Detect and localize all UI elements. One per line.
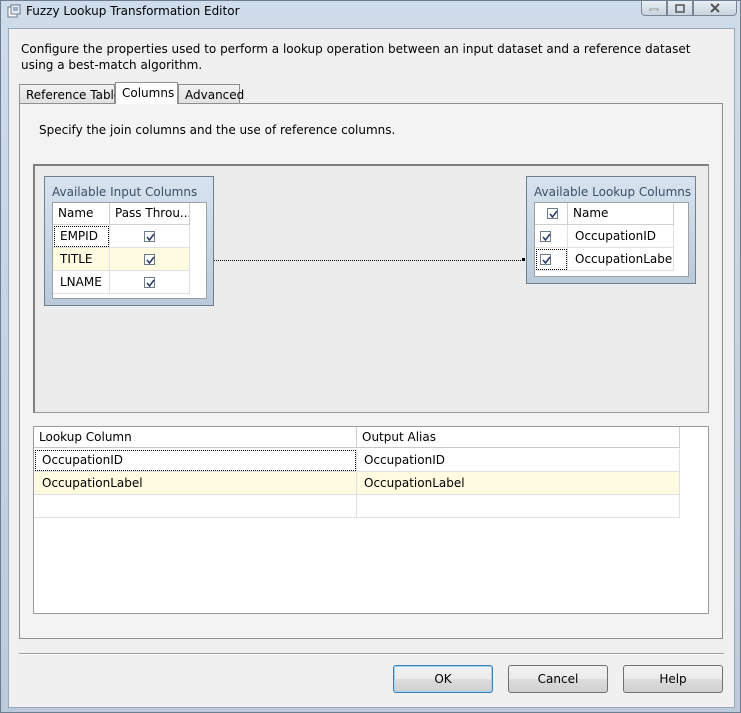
input-header-name[interactable]: Name <box>53 203 110 225</box>
output-alias-cell[interactable]: OccupationID <box>357 449 680 472</box>
output-alias-cell[interactable]: OccupationLabel <box>357 472 680 495</box>
dialog-description: Configure the properties used to perform… <box>21 41 721 73</box>
input-row-name[interactable]: LNAME <box>53 271 110 294</box>
lookup-column-checkbox[interactable] <box>540 254 551 265</box>
lookup-column-checkbox[interactable] <box>540 231 551 242</box>
lookup-row-name[interactable]: OccupationLabel <box>568 248 674 271</box>
lookup-columns-title: Available Lookup Columns <box>534 185 691 199</box>
lookup-row-checkbox-cell[interactable] <box>535 225 568 248</box>
pass-through-checkbox[interactable] <box>144 277 155 288</box>
header-lookup-column[interactable]: Lookup Column <box>34 427 357 448</box>
close-button[interactable] <box>693 1 737 16</box>
checkmark-icon <box>145 255 156 266</box>
checkmark-icon <box>145 232 156 243</box>
input-row-pass-through[interactable] <box>110 248 190 271</box>
minimize-button[interactable] <box>641 1 667 16</box>
select-all-checkbox[interactable] <box>547 208 558 219</box>
ok-button[interactable]: OK <box>393 665 493 693</box>
pass-through-checkbox[interactable] <box>144 231 155 242</box>
input-columns-grid: Name Pass Throu... EMPID TITLE LNAME <box>52 202 207 299</box>
checkmark-icon <box>541 255 552 266</box>
tab-reference-table[interactable]: Reference Table <box>19 84 115 103</box>
empty-lookup-column-cell[interactable] <box>34 495 357 518</box>
tab-advanced[interactable]: Advanced <box>178 84 240 103</box>
cancel-button[interactable]: Cancel <box>508 665 608 693</box>
available-lookup-columns-box[interactable]: Available Lookup Columns Name Occupation… <box>526 176 696 284</box>
close-icon <box>710 3 720 13</box>
columns-tab-panel: Specify the join columns and the use of … <box>19 103 723 639</box>
lookup-row-name[interactable]: OccupationID <box>568 225 674 248</box>
dialog-window: Fuzzy Lookup Transformation Editor Confi… <box>0 0 741 713</box>
column-mapping-canvas: Available Input Columns Name Pass Throu.… <box>33 164 709 413</box>
empty-output-alias-cell[interactable] <box>357 495 680 518</box>
lookup-columns-grid: Name OccupationID OccupationLabel <box>534 202 689 277</box>
title-bar[interactable]: Fuzzy Lookup Transformation Editor <box>1 1 741 23</box>
input-header-pass-through[interactable]: Pass Throu... <box>110 203 190 225</box>
maximize-icon <box>675 4 685 13</box>
lookup-column-cell[interactable]: OccupationID <box>34 449 357 472</box>
lookup-column-cell[interactable]: OccupationLabel <box>34 472 357 495</box>
join-connector-line[interactable] <box>214 260 525 261</box>
lookup-header-name[interactable]: Name <box>568 203 674 225</box>
header-output-alias[interactable]: Output Alias <box>357 427 680 448</box>
available-input-columns-box[interactable]: Available Input Columns Name Pass Throu.… <box>44 176 214 306</box>
lookup-header-select-all[interactable] <box>535 203 568 225</box>
maximize-button[interactable] <box>667 1 693 16</box>
input-row-pass-through[interactable] <box>110 271 190 294</box>
columns-tab-description: Specify the join columns and the use of … <box>39 123 395 137</box>
tab-columns[interactable]: Columns <box>115 82 178 104</box>
window-title: Fuzzy Lookup Transformation Editor <box>26 4 240 18</box>
input-row-name[interactable]: EMPID <box>53 225 110 248</box>
minimize-icon <box>649 5 659 11</box>
input-row-pass-through[interactable] <box>110 225 190 248</box>
app-icon <box>7 4 21 18</box>
lookup-row-checkbox-cell[interactable] <box>535 248 568 271</box>
input-row-name[interactable]: TITLE <box>53 248 110 271</box>
dialog-body: Configure the properties used to perform… <box>8 28 735 708</box>
button-separator <box>19 653 724 655</box>
checkmark-icon <box>541 232 552 243</box>
help-button[interactable]: Help <box>623 665 723 693</box>
checkmark-icon <box>548 209 559 220</box>
checkmark-icon <box>145 278 156 289</box>
input-columns-title: Available Input Columns <box>52 185 197 199</box>
pass-through-checkbox[interactable] <box>144 254 155 265</box>
lookup-output-grid: Lookup Column Output Alias OccupationID … <box>33 426 709 614</box>
